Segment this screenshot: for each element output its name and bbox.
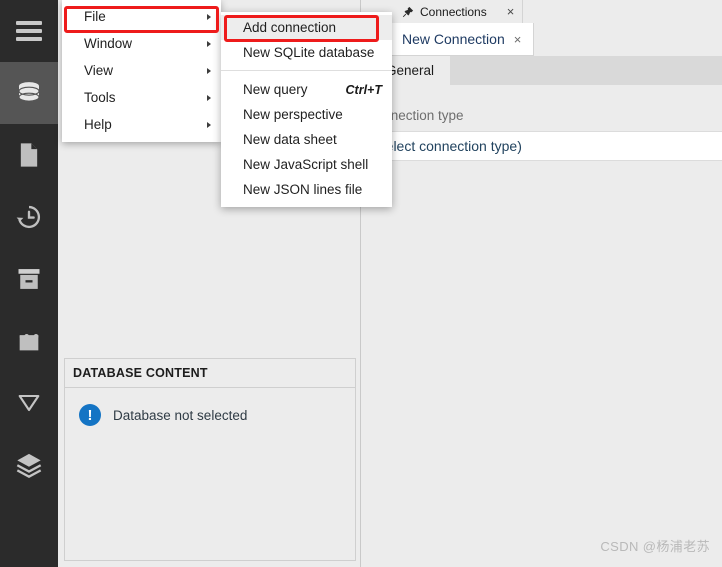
app-root: Connections × New Connection × General C…: [0, 0, 722, 567]
chevron-right-icon: [207, 94, 211, 101]
chevron-right-icon: [207, 13, 211, 20]
sidebar-item-database[interactable]: [0, 62, 58, 124]
submenu-item-new-json-lines-file[interactable]: New JSON lines file: [221, 177, 392, 202]
submenu-item-new-sqlite-database[interactable]: New SQLite database: [221, 40, 392, 65]
menu-item-help-label: Help: [84, 117, 112, 132]
submenu-item-new-sqlite-database-label: New SQLite database: [243, 45, 375, 60]
menu-item-file-label: File: [84, 9, 106, 24]
chevron-right-icon: [207, 121, 211, 128]
tab-connections[interactable]: Connections ×: [394, 0, 524, 23]
database-content-header: DATABASE CONTENT: [65, 359, 355, 388]
pin-icon: [402, 6, 414, 17]
file-submenu-popup: Add connection New SQLite database New q…: [221, 12, 392, 207]
chevron-right-icon: [207, 67, 211, 74]
sub-tab-row: General: [362, 56, 722, 86]
hamburger-icon: [16, 21, 42, 41]
inner-tab-row: New Connection ×: [362, 23, 722, 56]
inner-tab-close-icon[interactable]: ×: [514, 32, 522, 47]
editor-area: Connections × New Connection × General C…: [362, 0, 722, 567]
submenu-item-new-json-lines-file-label: New JSON lines file: [243, 182, 363, 197]
database-content-body: ! Database not selected: [65, 388, 355, 426]
submenu-item-add-connection-label: Add connection: [243, 20, 337, 35]
submenu-item-new-query-label: New query: [243, 82, 308, 97]
submenu-item-new-query[interactable]: New query Ctrl+T: [221, 77, 392, 102]
connection-type-select[interactable]: (select connection type): [362, 131, 722, 161]
tab-connections-label: Connections: [420, 4, 487, 19]
main-menu-popup: File Window View Tools Help: [62, 0, 221, 142]
sidebar-item-filters[interactable]: [0, 372, 58, 434]
filter-icon: [18, 394, 40, 412]
menu-item-tools-label: Tools: [84, 90, 116, 105]
inner-tab-new-connection[interactable]: New Connection ×: [389, 23, 535, 56]
tab-general-label: General: [386, 63, 435, 78]
submenu-item-new-perspective[interactable]: New perspective: [221, 102, 392, 127]
database-status-text: Database not selected: [113, 407, 248, 423]
chevron-right-icon: [207, 40, 211, 47]
activity-bar: [0, 0, 58, 567]
connection-form: Connection type (select connection type): [362, 85, 722, 567]
menu-item-view[interactable]: View: [62, 57, 221, 84]
sidebar-item-history[interactable]: [0, 186, 58, 248]
plugin-icon: [19, 334, 39, 351]
menu-item-window-label: Window: [84, 36, 133, 51]
menu-item-file[interactable]: File: [62, 3, 221, 30]
menu-item-help[interactable]: Help: [62, 111, 221, 138]
database-icon: [18, 82, 40, 102]
submenu-item-new-data-sheet[interactable]: New data sheet: [221, 127, 392, 152]
tab-strip: Connections ×: [362, 0, 722, 23]
inner-tab-label: New Connection: [402, 31, 505, 47]
submenu-item-new-data-sheet-label: New data sheet: [243, 132, 337, 147]
tab-close-icon[interactable]: ×: [493, 5, 515, 18]
submenu-item-new-query-shortcut: Ctrl+T: [345, 82, 382, 97]
submenu-item-new-javascript-shell[interactable]: New JavaScript shell: [221, 152, 392, 177]
submenu-item-new-perspective-label: New perspective: [243, 107, 343, 122]
sidebar-item-hamburger-menu[interactable]: [0, 0, 58, 62]
archive-icon: [18, 269, 40, 289]
sidebar-item-layers[interactable]: [0, 434, 58, 496]
submenu-item-add-connection[interactable]: Add connection: [221, 15, 392, 40]
watermark: CSDN @杨浦老苏: [600, 539, 710, 554]
connection-type-value: (select connection type): [374, 138, 522, 154]
history-icon: [16, 205, 41, 229]
menu-item-tools[interactable]: Tools: [62, 84, 221, 111]
submenu-separator: [221, 70, 392, 71]
menu-item-view-label: View: [84, 63, 114, 78]
layers-icon: [16, 453, 42, 478]
file-icon: [20, 143, 38, 167]
sidebar-item-plugins[interactable]: [0, 310, 58, 372]
database-content-section: DATABASE CONTENT ! Database not selected: [64, 358, 356, 561]
sidebar-item-archive[interactable]: [0, 248, 58, 310]
info-icon: !: [79, 404, 101, 426]
sub-tab-filler: [428, 56, 722, 85]
submenu-item-new-javascript-shell-label: New JavaScript shell: [243, 157, 369, 172]
sidebar-item-files[interactable]: [0, 124, 58, 186]
menu-item-window[interactable]: Window: [62, 30, 221, 57]
